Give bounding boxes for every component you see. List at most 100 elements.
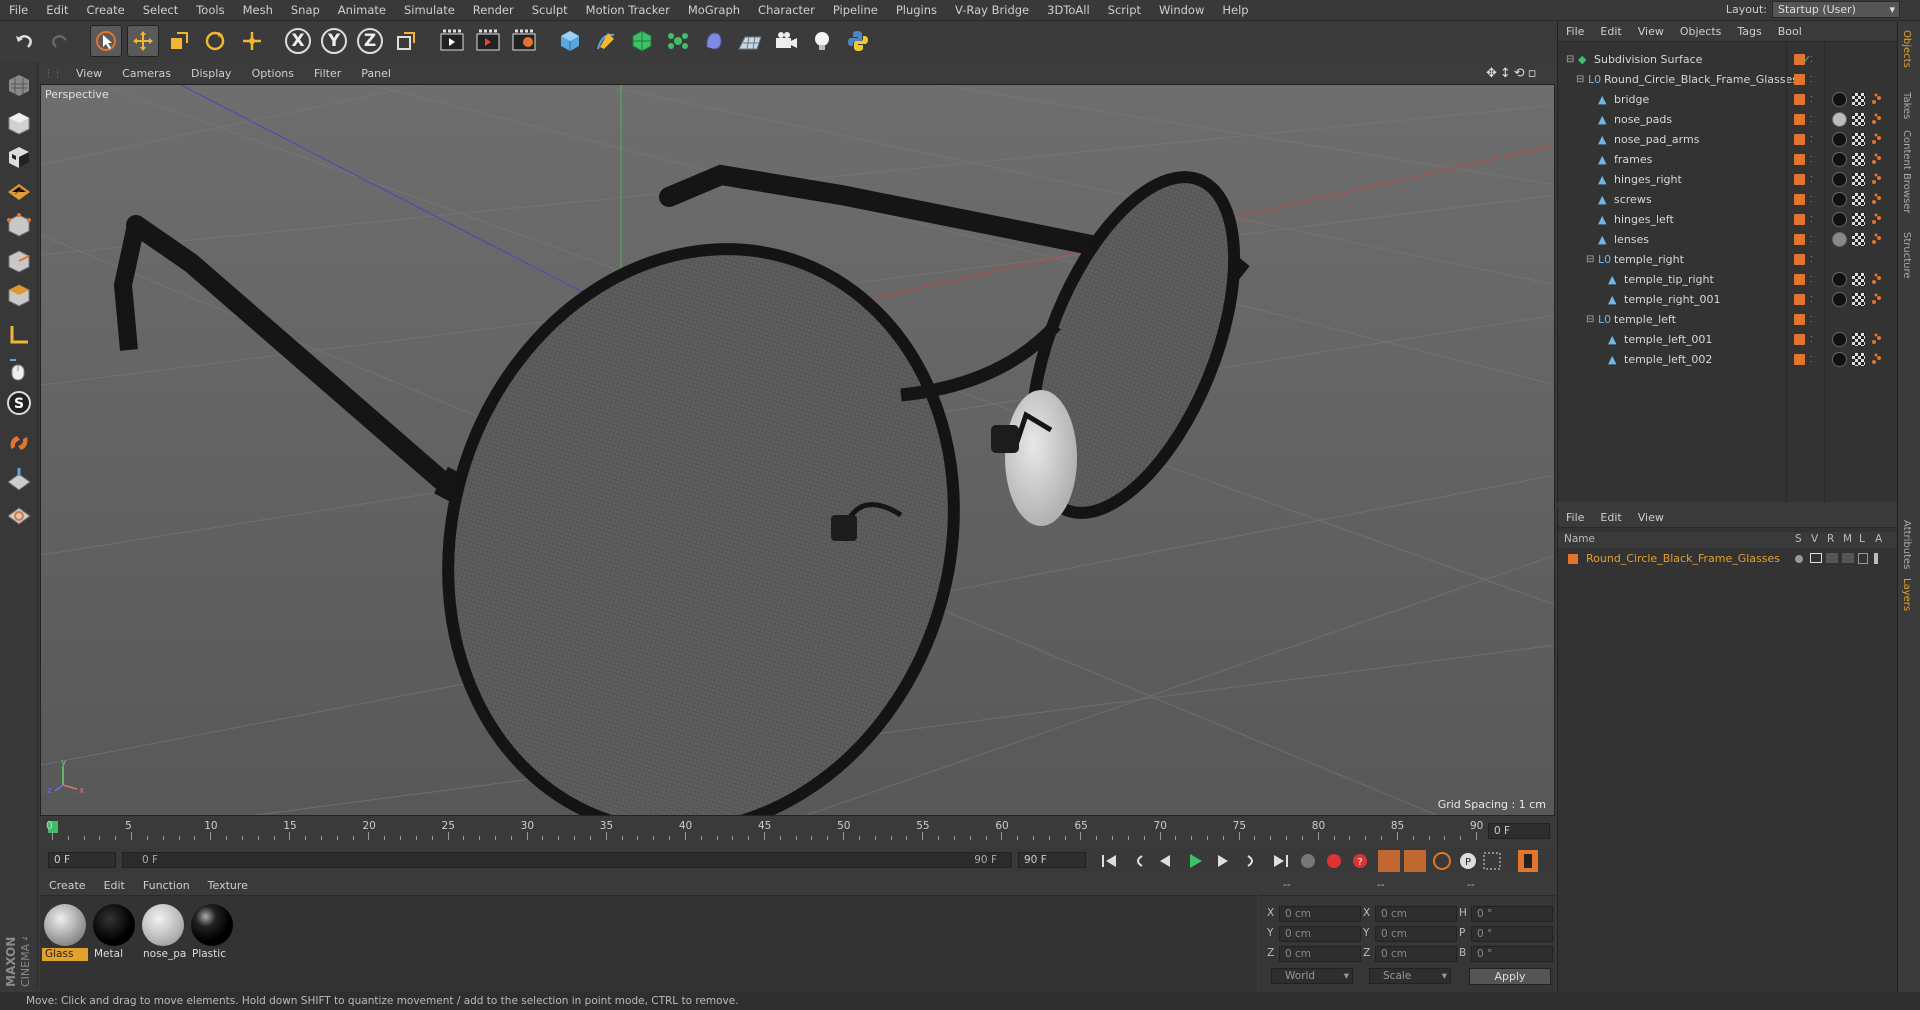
layer-color-swatch[interactable] [1794,354,1805,365]
menu-v-ray-bridge[interactable]: V-Ray Bridge [946,0,1038,21]
material-menu-texture[interactable]: Texture [199,879,257,892]
uvw-tag-icon[interactable] [1852,93,1865,106]
render-settings-button[interactable] [508,25,540,57]
material-tag-icon[interactable] [1832,272,1847,287]
phong-tag-icon[interactable] [1870,353,1883,366]
layer-menu-view[interactable]: View [1630,511,1672,524]
floor-icon[interactable] [734,25,766,57]
visibility-dots-icon[interactable]: ⁚ [1810,275,1819,284]
layer-view-icon[interactable] [1810,553,1822,563]
menu-plugins[interactable]: Plugins [887,0,946,21]
menu-character[interactable]: Character [749,0,824,21]
layer-color-swatch[interactable] [1794,294,1805,305]
tweak-mode-button[interactable] [4,354,34,384]
viewport-camera-label[interactable]: Perspective [45,88,109,101]
coord-field-position[interactable]: 0 cm [1279,926,1361,942]
viewport-menu-panel[interactable]: Panel [351,64,401,84]
object-row-frames[interactable]: ▲ frames ⁚ [1558,150,1898,170]
viewport-menu-display[interactable]: Display [181,64,242,84]
phong-tag-icon[interactable] [1870,213,1883,226]
apply-button[interactable]: Apply [1469,968,1551,985]
parameter-key-button[interactable]: P [1460,853,1476,869]
python-icon[interactable] [842,25,874,57]
material-tag-icon[interactable] [1832,212,1847,227]
enabled-check-icon[interactable]: ✓ [1802,54,1811,65]
object-menu-tags[interactable]: Tags [1729,25,1769,38]
menu-mesh[interactable]: Mesh [234,0,282,21]
timeline-window-button[interactable] [1518,850,1538,872]
tab-structure[interactable]: Structure [1901,232,1912,279]
layer-color-swatch[interactable] [1794,274,1805,285]
cloner-icon[interactable] [662,25,694,57]
layer-color-swatch[interactable] [1794,234,1805,245]
visibility-dots-icon[interactable]: ⁚ [1810,255,1819,264]
visibility-dots-icon[interactable]: ⁚ [1810,355,1819,364]
material-tag-icon[interactable] [1832,192,1847,207]
visibility-dots-icon[interactable]: ⁚ [1810,115,1819,124]
scale-key-button[interactable] [1404,850,1426,872]
layer-render-icon[interactable] [1826,553,1838,563]
scale-tool[interactable] [163,25,195,57]
frame-range-slider[interactable]: 0 F 90 F [122,852,1012,868]
render-view-button[interactable] [436,25,468,57]
tab-layers[interactable]: Layers [1901,578,1912,611]
material-tag-icon[interactable] [1832,292,1847,307]
uvw-tag-icon[interactable] [1852,293,1865,306]
object-row-bridge[interactable]: ▲ bridge ⁚ [1558,90,1898,110]
viewport-menu-filter[interactable]: Filter [304,64,351,84]
material-tag-icon[interactable] [1832,132,1847,147]
menu-tools[interactable]: Tools [187,0,233,21]
axis-mode-button[interactable] [4,320,34,350]
rotate-tool[interactable] [199,25,231,57]
position-key-button[interactable] [1378,850,1400,872]
object-row-hinges-right[interactable]: ▲ hinges_right ⁚ [1558,170,1898,190]
uvw-tag-icon[interactable] [1852,193,1865,206]
menu-create[interactable]: Create [78,0,134,21]
layer-solo-icon[interactable] [1795,555,1803,563]
layer-color-swatch[interactable] [1794,74,1805,85]
layer-color-swatch[interactable] [1794,134,1805,145]
model-mode-button[interactable] [4,108,34,138]
previous-key-button[interactable] [1137,855,1143,867]
material-menu-function[interactable]: Function [134,879,199,892]
coordinate-mode-select[interactable]: World ▾ [1271,968,1353,984]
autokey-button[interactable] [1327,854,1341,868]
layer-color-swatch[interactable] [1794,214,1805,225]
uvw-tag-icon[interactable] [1852,173,1865,186]
uvw-tag-icon[interactable] [1852,113,1865,126]
menu-window[interactable]: Window [1150,0,1213,21]
render-to-picture-viewer-button[interactable] [472,25,504,57]
material-glass[interactable]: Glass [42,902,88,961]
object-menu-objects[interactable]: Objects [1672,25,1730,38]
visibility-dots-icon[interactable]: ⁚ [1810,215,1819,224]
camera-icon[interactable] [770,25,802,57]
material-plastic[interactable]: Plastic [189,902,235,960]
solo-mode-button[interactable]: S [4,388,34,418]
z-axis-lock-button[interactable]: Z [354,25,386,57]
edges-mode-button[interactable] [4,246,34,276]
tab-attributes[interactable]: Attributes [1901,520,1912,569]
uvw-tag-icon[interactable] [1852,153,1865,166]
visibility-dots-icon[interactable]: ⁚ [1810,295,1819,304]
visibility-dots-icon[interactable]: ⁚ [1810,335,1819,344]
coord-field-rotation[interactable]: 0 ° [1471,906,1553,922]
expand-icon[interactable]: ⊟ [1586,250,1594,270]
material-menu-edit[interactable]: Edit [95,879,134,892]
next-frame-button[interactable] [1218,855,1228,867]
coord-field-position[interactable]: 0 cm [1279,906,1361,922]
previous-frame-button[interactable] [1160,855,1170,867]
material-nose-pads[interactable]: nose_pa [140,902,186,960]
start-frame-field[interactable]: 0 F [48,852,116,868]
make-editable-button[interactable] [4,70,34,100]
visibility-dots-icon[interactable]: ⁚ [1810,75,1819,84]
deformer-icon[interactable] [698,25,730,57]
object-row-temple-right[interactable]: ⊟ L0 temple_right ⁚ [1558,250,1898,270]
viewport-menu-cameras[interactable]: Cameras [112,64,181,84]
phong-tag-icon[interactable] [1870,293,1883,306]
expand-icon[interactable]: ⊟ [1566,50,1574,70]
tab-objects[interactable]: Objects [1901,30,1912,68]
phong-tag-icon[interactable] [1870,273,1883,286]
uvw-tag-icon[interactable] [1852,233,1865,246]
current-frame-field[interactable]: 0 F [1488,823,1550,839]
phong-tag-icon[interactable] [1870,173,1883,186]
